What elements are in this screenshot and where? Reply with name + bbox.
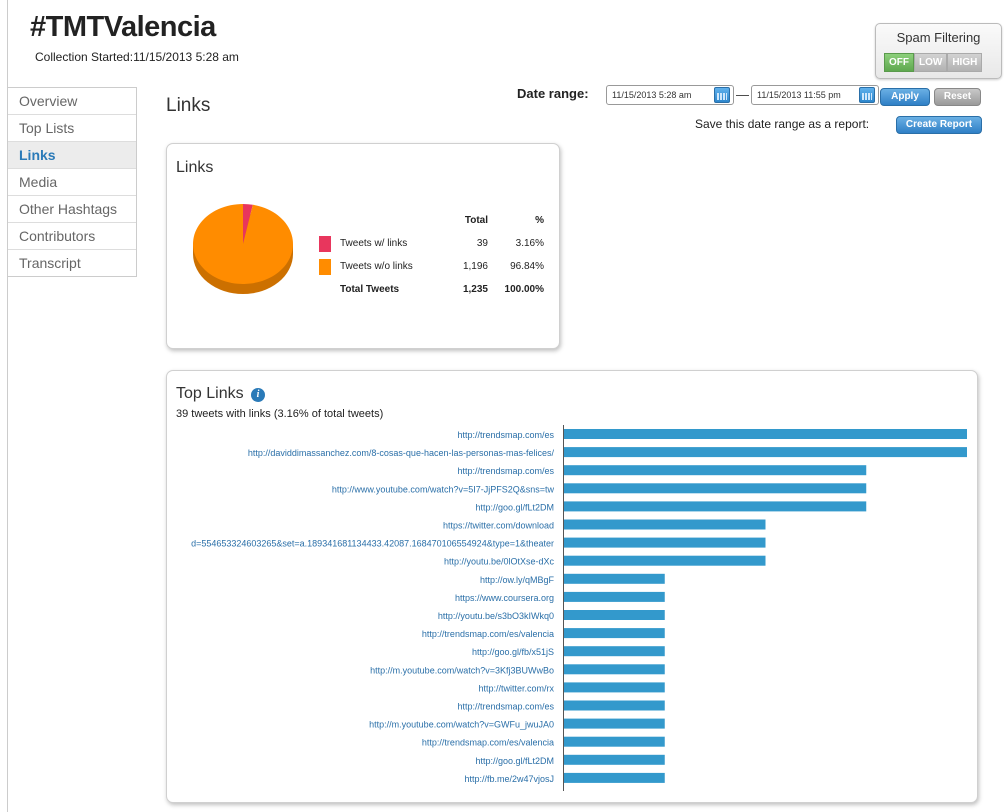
spam-filter-title: Spam Filtering bbox=[896, 30, 981, 45]
bar-label-link[interactable]: https://www.coursera.org bbox=[455, 593, 554, 603]
bar[interactable] bbox=[564, 447, 967, 458]
bar-label-link[interactable]: http://trendsmap.com/es/valencia bbox=[422, 738, 554, 748]
nav-item-overview[interactable]: Overview bbox=[8, 88, 136, 115]
nav-item-top-lists[interactable]: Top Lists bbox=[8, 115, 136, 142]
start-date-value: 11/15/2013 5:28 am bbox=[612, 90, 692, 100]
bar[interactable] bbox=[564, 754, 665, 765]
bar-label-link[interactable]: http://m.youtube.com/watch?v=GWFu_jwuJA0 bbox=[369, 720, 554, 730]
nav-item-other-hashtags[interactable]: Other Hashtags bbox=[8, 196, 136, 223]
sidebar-nav: Overview Top Lists Links Media Other Has… bbox=[8, 87, 137, 277]
links-table-header: Total % bbox=[319, 212, 544, 235]
row-total: 39 bbox=[476, 238, 488, 249]
bar[interactable] bbox=[564, 429, 967, 439]
bar[interactable] bbox=[564, 736, 665, 747]
top-links-panel: http://trendsmap.com/es http://daviddimas… bbox=[166, 370, 978, 803]
bar-label-link[interactable]: http://trendsmap.com/es/valencia bbox=[422, 629, 554, 639]
total-pct: 100.00% bbox=[504, 284, 544, 295]
bar-label-link[interactable]: http://trendsmap.com/es bbox=[457, 702, 554, 712]
pct-header: % bbox=[535, 215, 544, 226]
row-label: Tweets w/o links bbox=[340, 261, 413, 272]
links-table-total-row: Total Tweets 1,235 100.00% bbox=[319, 281, 544, 304]
bar-label-link[interactable]: http://ow.ly/qMBgF bbox=[480, 575, 555, 585]
bar[interactable] bbox=[564, 664, 665, 675]
bar-label-link[interactable]: http://trendsmap.com/es bbox=[457, 466, 554, 476]
bar-label-link[interactable]: http://trendsmap.com/es bbox=[457, 430, 554, 440]
bar[interactable] bbox=[564, 610, 665, 620]
total-header: Total bbox=[464, 215, 488, 226]
app-title: #TMTValencia bbox=[30, 11, 216, 43]
bar-label-link[interactable]: http://youtu.be/s3bO3kIWkq0 bbox=[438, 611, 554, 621]
links-table-row: Tweets w/ links 39 3.16% bbox=[319, 235, 544, 258]
bar-label-link[interactable]: http://goo.gl/fLt2DM bbox=[475, 756, 554, 766]
links-panel: Links Total % Tweets w/ links 39 3.16% T… bbox=[166, 143, 560, 349]
bar-label-link[interactable]: https://twitter.com/download bbox=[443, 521, 554, 531]
total-value: 1,235 bbox=[462, 284, 488, 295]
bar[interactable] bbox=[564, 573, 665, 584]
bar[interactable] bbox=[564, 555, 766, 566]
row-pct: 96.84% bbox=[510, 261, 544, 272]
bar[interactable] bbox=[564, 772, 665, 783]
bar[interactable] bbox=[564, 700, 665, 711]
nav-item-links[interactable]: Links bbox=[8, 142, 136, 169]
spam-low-button[interactable]: LOW bbox=[914, 53, 948, 72]
bar-label-link[interactable]: http://daviddimassanchez.com/8-cosas-que… bbox=[248, 448, 555, 458]
row-pct: 3.16% bbox=[515, 238, 544, 249]
swatch-with-links bbox=[319, 236, 331, 252]
page-title: Links bbox=[166, 95, 211, 116]
row-label: Tweets w/ links bbox=[340, 238, 408, 249]
bar[interactable] bbox=[564, 501, 867, 512]
bar-label-link[interactable]: d=554653324603265&set=a.189341681134433.… bbox=[191, 539, 554, 549]
spam-filter-options: OFF LOW HIGH bbox=[884, 53, 983, 72]
calendar-icon[interactable] bbox=[859, 87, 875, 103]
bar[interactable] bbox=[564, 682, 665, 693]
collection-label: Collection Started: bbox=[35, 50, 134, 64]
bar-label-link[interactable]: http://twitter.com/rx bbox=[478, 683, 554, 693]
nav-item-contributors[interactable]: Contributors bbox=[8, 223, 136, 250]
apply-button[interactable]: Apply bbox=[880, 88, 930, 106]
info-icon[interactable]: i bbox=[251, 388, 265, 402]
spam-filter-panel: Spam Filtering OFF LOW HIGH bbox=[875, 23, 1002, 79]
row-total: 1,196 bbox=[462, 261, 488, 272]
bar-label-link[interactable]: http://youtu.be/0lOtXse-dXc bbox=[444, 557, 555, 567]
bar-label-link[interactable]: http://www.youtube.com/watch?v=5I7-JjPFS… bbox=[332, 484, 555, 494]
spam-off-button[interactable]: OFF bbox=[884, 53, 914, 72]
links-panel-title: Links bbox=[176, 159, 214, 176]
bar[interactable] bbox=[564, 646, 665, 657]
bar-label-link[interactable]: http://goo.gl/fb/x51jS bbox=[472, 647, 554, 657]
bar[interactable] bbox=[564, 591, 665, 602]
collection-started: Collection Started:11/15/2013 5:28 am bbox=[35, 50, 239, 64]
bar[interactable] bbox=[564, 628, 665, 639]
bar-label-link[interactable]: http://m.youtube.com/watch?v=3Kfj3BUWwBo bbox=[370, 665, 554, 675]
swatch-without-links bbox=[319, 259, 331, 275]
save-report-label: Save this date range as a report: bbox=[695, 117, 870, 131]
bar[interactable] bbox=[564, 519, 766, 530]
bar[interactable] bbox=[564, 718, 665, 729]
pie-slice-without-links bbox=[192, 204, 293, 284]
create-report-button[interactable]: Create Report bbox=[896, 116, 982, 134]
top-links-subtitle: 39 tweets with links (3.16% of total twe… bbox=[176, 408, 384, 420]
bar[interactable] bbox=[564, 483, 867, 494]
calendar-icon[interactable] bbox=[714, 87, 730, 103]
bar-label-link[interactable]: http://fb.me/2w47vjosJ bbox=[464, 774, 554, 784]
reset-button[interactable]: Reset bbox=[934, 88, 981, 106]
nav-item-transcript[interactable]: Transcript bbox=[8, 250, 136, 276]
date-separator: — bbox=[736, 87, 749, 102]
links-table-row: Tweets w/o links 1,196 96.84% bbox=[319, 258, 544, 281]
links-table: Total % Tweets w/ links 39 3.16% Tweets … bbox=[319, 212, 544, 304]
links-pie-chart bbox=[192, 204, 293, 294]
date-range-label: Date range: bbox=[517, 86, 589, 101]
nav-item-media[interactable]: Media bbox=[8, 169, 136, 196]
end-date-input[interactable]: 11/15/2013 11:55 pm bbox=[751, 85, 879, 105]
collection-value: 11/15/2013 5:28 am bbox=[133, 50, 239, 64]
end-date-value: 11/15/2013 11:55 pm bbox=[757, 90, 841, 100]
bar[interactable] bbox=[564, 537, 766, 548]
top-links-bar-chart: http://trendsmap.com/es http://daviddimas… bbox=[191, 425, 967, 791]
total-label: Total Tweets bbox=[340, 284, 400, 295]
bar[interactable] bbox=[564, 465, 867, 476]
spam-high-button[interactable]: HIGH bbox=[947, 53, 983, 72]
top-links-title: Top Links bbox=[176, 385, 244, 402]
start-date-input[interactable]: 11/15/2013 5:28 am bbox=[606, 85, 734, 105]
bar-label-link[interactable]: http://goo.gl/fLt2DM bbox=[475, 502, 554, 512]
